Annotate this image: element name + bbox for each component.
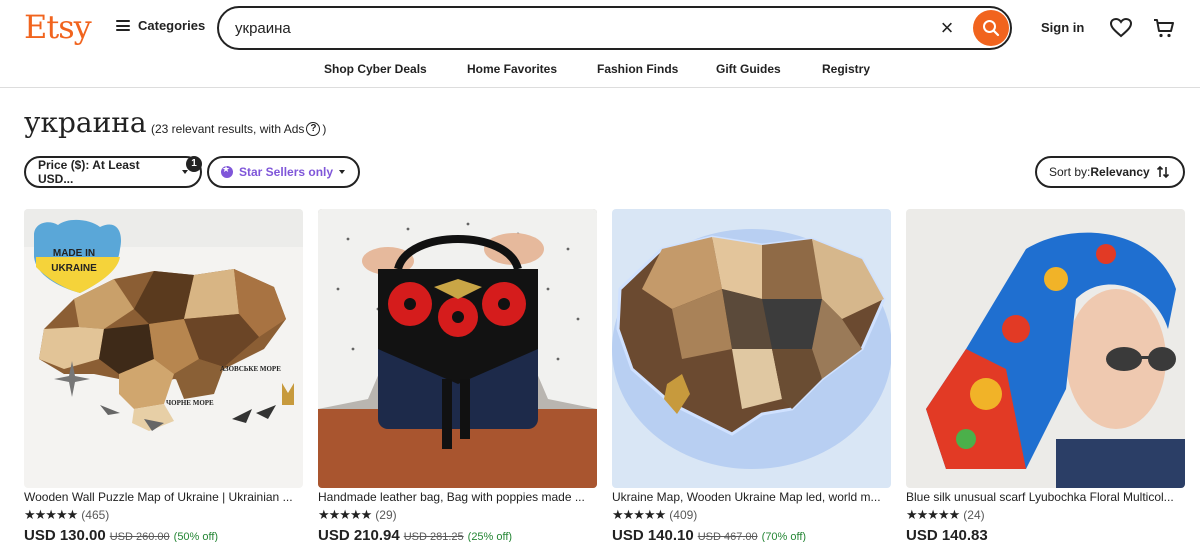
listing-image[interactable] — [318, 209, 597, 488]
price-filter-button[interactable]: Price ($): At Least USD... — [24, 156, 202, 188]
listing-image[interactable] — [612, 209, 891, 488]
rating-stars: ★★★★★ — [24, 507, 78, 522]
filter-count-badge: 1 — [186, 156, 202, 172]
star-sellers-label: Star Sellers only — [239, 165, 334, 179]
price-original: USD 467.00 — [697, 531, 758, 542]
search-bar: × — [217, 6, 1012, 50]
sort-value: Relevancy — [1090, 165, 1150, 179]
nav-shop-cyber-deals[interactable]: Shop Cyber Deals — [324, 62, 427, 76]
categories-label: Categories — [138, 18, 206, 33]
heart-icon — [1109, 17, 1133, 38]
chevron-down-icon — [182, 170, 188, 174]
rating-stars: ★★★★★ — [318, 507, 372, 522]
price-discount: (70% off) — [761, 531, 807, 542]
star-seller-icon — [221, 164, 233, 178]
price-current: USD 130.00 — [24, 527, 106, 542]
price-filter-label: Price ($): At Least USD... — [38, 158, 140, 186]
search-button[interactable] — [973, 10, 1009, 46]
sort-button[interactable]: Sort by: Relevancy — [1035, 156, 1185, 188]
signin-link[interactable]: Sign in — [1041, 20, 1084, 35]
chevron-down-icon — [339, 170, 346, 174]
nav-home-favorites[interactable]: Home Favorites — [467, 62, 557, 76]
sort-prefix: Sort by: — [1049, 165, 1091, 179]
search-icon — [983, 20, 1000, 37]
map-label-azov-sea: АЗОВСЬКЕ МОРЕ — [220, 365, 281, 373]
cart-button[interactable] — [1152, 16, 1176, 40]
review-count: (409) — [669, 508, 698, 522]
result-count-text: (23 relevant results, with Ads — [151, 122, 305, 136]
listing-rating: ★★★★★ (29) — [318, 507, 397, 523]
listing-price: USD 140.10 USD 467.00 (70% off) — [612, 527, 806, 542]
nav-fashion-finds[interactable]: Fashion Finds — [597, 62, 678, 76]
listing-price: USD 210.94 USD 281.25 (25% off) — [318, 527, 512, 542]
badge-text-1: MADE IN — [53, 248, 95, 259]
listing-rating: ★★★★★ (24) — [906, 507, 985, 523]
listing-price: USD 130.00 USD 260.00 (50% off) — [24, 527, 218, 542]
price-original: USD 260.00 — [109, 531, 170, 542]
rating-stars: ★★★★★ — [906, 507, 960, 522]
search-input[interactable] — [235, 16, 915, 40]
price-discount: (25% off) — [467, 531, 513, 542]
help-icon[interactable]: ? — [306, 122, 321, 136]
badge-text-2: UKRAINE — [51, 263, 97, 274]
result-count-close: ) — [322, 122, 327, 136]
price-discount: (50% off) — [173, 531, 219, 542]
review-count: (465) — [81, 508, 110, 522]
listing-title[interactable]: Ukraine Map, Wooden Ukraine Map led, wor… — [612, 490, 891, 504]
price-current: USD 210.94 — [318, 527, 400, 542]
review-count: (24) — [963, 508, 985, 522]
price-current: USD 140.10 — [612, 527, 694, 542]
price-current: USD 140.83 — [906, 527, 988, 542]
listing-image[interactable] — [906, 209, 1185, 488]
listing-image[interactable]: MADE IN UKRAINE ЧОРНЕ МОРЕ АЗОВСЬКЕ МОРЕ — [24, 209, 303, 488]
listing-rating: ★★★★★ (465) — [24, 507, 109, 523]
hamburger-icon — [116, 20, 130, 31]
star-sellers-filter-button[interactable]: Star Sellers only — [207, 156, 360, 188]
price-original: USD 281.25 — [403, 531, 464, 542]
favorites-button[interactable] — [1109, 16, 1133, 40]
page-title: украина — [24, 106, 147, 139]
listing-rating: ★★★★★ (409) — [612, 507, 697, 523]
listing-price: USD 140.83 — [906, 527, 988, 542]
listing-title[interactable]: Blue silk unusual scarf Lyubochka Floral… — [906, 490, 1185, 504]
review-count: (29) — [375, 508, 397, 522]
map-label-black-sea: ЧОРНЕ МОРЕ — [166, 399, 214, 407]
listing-title[interactable]: Handmade leather bag, Bag with poppies m… — [318, 490, 597, 504]
rating-stars: ★★★★★ — [612, 507, 666, 522]
listing-title[interactable]: Wooden Wall Puzzle Map of Ukraine | Ukra… — [24, 490, 303, 504]
clear-icon[interactable]: × — [935, 16, 959, 40]
top-nav: Shop Cyber Deals Home Favorites Fashion … — [0, 62, 1200, 76]
site-header: Etsy Categories × Sign in Shop Cyber Dea… — [0, 0, 1200, 88]
categories-button[interactable]: Categories — [116, 18, 205, 33]
etsy-logo[interactable]: Etsy — [24, 8, 92, 46]
nav-registry[interactable]: Registry — [822, 62, 870, 76]
sort-icon — [1156, 165, 1169, 179]
result-count: (23 relevant results, with Ads ? ) — [151, 122, 326, 136]
cart-icon — [1154, 19, 1174, 38]
nav-gift-guides[interactable]: Gift Guides — [716, 62, 781, 76]
